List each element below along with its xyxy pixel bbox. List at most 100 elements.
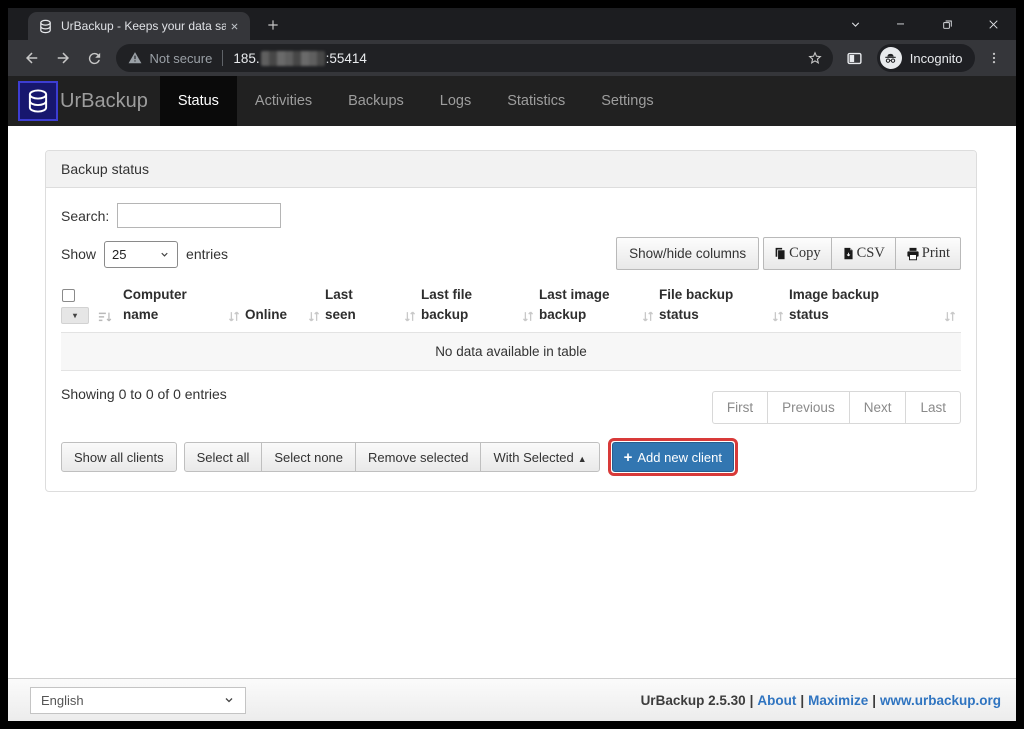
browser-menu-icon[interactable] (981, 44, 1008, 72)
search-label: Search: (61, 208, 109, 224)
nav-item-settings[interactable]: Settings (583, 76, 671, 126)
not-secure-warning-icon[interactable] (128, 51, 142, 65)
select-all-button[interactable]: Select all (184, 442, 263, 472)
nav-item-backups[interactable]: Backups (330, 76, 422, 126)
column-header-last-seen[interactable]: Last seen (325, 283, 421, 333)
browser-window: UrBackup - Keeps your data safe (8, 8, 1016, 721)
sort-both-icon (771, 309, 785, 324)
backup-status-panel: Backup status Search: Show 25 entries Sh… (45, 150, 977, 492)
chevron-down-icon (223, 694, 235, 706)
copy-label: Copy (789, 245, 820, 262)
pagination-next-button[interactable]: Next (849, 391, 907, 424)
pagination-previous-button[interactable]: Previous (767, 391, 850, 424)
pagination-first-button[interactable]: First (712, 391, 768, 424)
page-content: Backup status Search: Show 25 entries Sh… (8, 126, 1016, 678)
address-bar[interactable]: Not secure 185. :55414 (116, 44, 833, 72)
print-label: Print (922, 245, 950, 262)
language-select[interactable]: English (30, 687, 246, 714)
tab-strip: UrBackup - Keeps your data safe (8, 8, 1016, 40)
side-panel-icon[interactable] (839, 44, 868, 72)
about-link[interactable]: About (757, 693, 796, 708)
tab-title: UrBackup - Keeps your data safe (61, 19, 226, 33)
search-input[interactable] (117, 203, 281, 228)
maximize-link[interactable]: Maximize (808, 693, 868, 708)
window-controls (832, 8, 1016, 40)
plus-icon: + (624, 449, 633, 466)
nav-item-status[interactable]: Status (160, 76, 237, 126)
sort-both-icon (943, 309, 957, 324)
remove-selected-button[interactable]: Remove selected (355, 442, 481, 472)
app-navbar: UrBackup Status Activities Backups Logs … (8, 76, 1016, 126)
sort-both-icon (641, 309, 655, 324)
with-selected-label: With Selected (493, 450, 573, 465)
select-all-checkbox[interactable] (62, 289, 75, 302)
print-button[interactable]: Print (895, 237, 961, 270)
favicon-database-icon (38, 19, 53, 34)
urbackup-website-link[interactable]: www.urbackup.org (880, 693, 1001, 708)
sort-both-icon (403, 309, 417, 324)
column-header-last-image-backup[interactable]: Last image backup (539, 283, 659, 333)
tab-search-chevron-icon[interactable] (832, 8, 878, 40)
caret-up-icon: ▲ (578, 454, 587, 464)
sort-both-icon (521, 309, 535, 324)
reload-button[interactable] (81, 44, 108, 72)
restore-button[interactable] (924, 8, 970, 40)
sort-both-icon (307, 309, 321, 324)
separator: | (800, 693, 804, 708)
select-dropdown-button[interactable]: ▾ (61, 307, 89, 324)
table-info-text: Showing 0 to 0 of 0 entries (61, 386, 227, 402)
column-header-last-file-backup[interactable]: Last file backup (421, 283, 539, 333)
column-header-computer-name[interactable]: Computer name (123, 283, 245, 333)
select-none-button[interactable]: Select none (261, 442, 356, 472)
incognito-badge: Incognito (877, 44, 975, 72)
bookmark-star-icon[interactable] (807, 50, 823, 66)
column-header-online[interactable]: Online (245, 283, 325, 333)
omnibox-divider (222, 50, 223, 66)
entries-label: entries (186, 246, 228, 262)
footer-links: UrBackup 2.5.30|About|Maximize|www.urbac… (641, 693, 1001, 708)
copy-button[interactable]: Copy (763, 237, 831, 270)
version-text: UrBackup 2.5.30 (641, 693, 746, 708)
tab-close-icon[interactable] (226, 18, 242, 34)
language-value: English (41, 693, 223, 708)
pagination: First Previous Next Last (712, 391, 961, 424)
page-length-value: 25 (112, 247, 159, 262)
page-footer: English UrBackup 2.5.30|About|Maximize|w… (8, 678, 1016, 721)
nav-item-logs[interactable]: Logs (422, 76, 489, 126)
new-tab-button[interactable] (260, 12, 286, 38)
red-highlight-annotation: + Add new client (608, 438, 738, 476)
pagination-last-button[interactable]: Last (905, 391, 961, 424)
chevron-down-icon (159, 249, 170, 260)
back-button[interactable] (18, 44, 45, 72)
sort-priority-icon[interactable] (98, 310, 112, 324)
page-length-select[interactable]: 25 (104, 241, 178, 268)
add-new-client-label: Add new client (637, 450, 722, 465)
show-hide-columns-button[interactable]: Show/hide columns (616, 237, 759, 270)
empty-table-message: No data available in table (61, 333, 961, 371)
selection-button-group: Select all Select none Remove selected W… (184, 442, 600, 472)
separator: | (872, 693, 876, 708)
browser-toolbar: Not secure 185. :55414 Incognito (8, 40, 1016, 76)
copy-icon (774, 247, 787, 260)
urbackup-logo[interactable] (18, 81, 58, 121)
show-label: Show (61, 246, 96, 262)
close-window-button[interactable] (970, 8, 1016, 40)
column-header-image-backup-status[interactable]: Image backup status (789, 283, 961, 333)
select-column-header: ▾ (61, 283, 123, 333)
minimize-button[interactable] (878, 8, 924, 40)
with-selected-dropdown-button[interactable]: With Selected ▲ (480, 442, 599, 472)
separator: | (750, 693, 754, 708)
browser-tab[interactable]: UrBackup - Keeps your data safe (28, 12, 250, 40)
nav-item-activities[interactable]: Activities (237, 76, 330, 126)
sort-both-icon (227, 309, 241, 324)
nav-item-statistics[interactable]: Statistics (489, 76, 583, 126)
url-redacted-segment (261, 51, 325, 66)
forward-button[interactable] (49, 44, 76, 72)
incognito-spy-icon (880, 47, 902, 69)
add-new-client-button[interactable]: + Add new client (612, 442, 734, 472)
main-navigation: Status Activities Backups Logs Statistic… (160, 76, 672, 126)
csv-button[interactable]: CSV (831, 237, 896, 270)
security-label[interactable]: Not secure (149, 51, 212, 66)
show-all-clients-button[interactable]: Show all clients (61, 442, 177, 472)
column-header-file-backup-status[interactable]: File backup status (659, 283, 789, 333)
